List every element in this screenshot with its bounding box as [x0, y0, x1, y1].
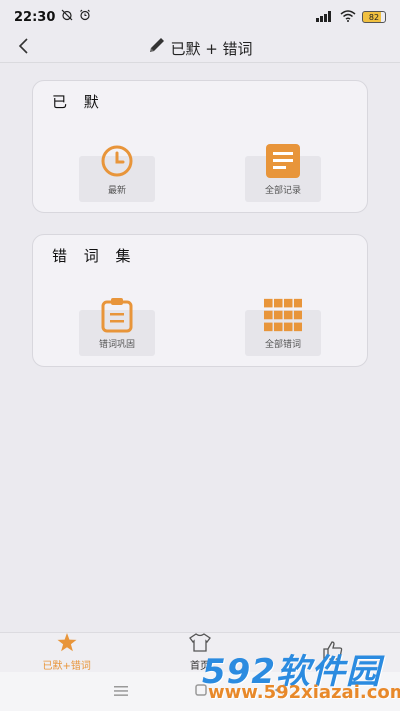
nav-item-learned-wrong[interactable]: 已默+错词	[0, 633, 133, 672]
status-right: 82	[316, 9, 386, 25]
section-title: 已 默	[52, 93, 105, 111]
section-card-wrong-words: 错 词 集 错词巩固 全部错词	[32, 234, 368, 367]
nav-label: 已默+错词	[42, 661, 91, 672]
menu-icon[interactable]	[113, 684, 128, 700]
title-bar: 已默 + 错词	[0, 34, 400, 62]
tile-label: 最新	[107, 186, 126, 196]
system-nav-bar	[0, 672, 400, 711]
bottom-nav: 已默+错词 首页	[0, 632, 400, 672]
status-left: 22:30	[14, 9, 91, 25]
shirt-icon	[189, 633, 211, 655]
alarm-icon	[79, 9, 91, 25]
nav-item-likes[interactable]	[267, 633, 400, 672]
section-title: 错 词 集	[52, 247, 137, 265]
nav-item-home[interactable]: 首页	[133, 633, 266, 672]
wifi-icon	[340, 9, 356, 25]
clock-icon	[98, 142, 136, 180]
pencil-icon	[147, 37, 167, 59]
page-title: 已默 + 错词	[170, 39, 253, 58]
signal-icon	[316, 10, 334, 25]
grid-icon	[264, 296, 302, 334]
nav-label: 首页	[189, 661, 210, 672]
back-triangle-icon[interactable]	[274, 683, 286, 700]
tile-consolidate[interactable]: 错词巩固	[79, 298, 155, 356]
chevron-left-icon	[18, 38, 30, 58]
battery-level: 82	[368, 12, 380, 22]
tile-all-records[interactable]: 全部记录	[245, 144, 321, 202]
document-icon	[264, 142, 302, 180]
status-bar: 22:30 82	[0, 0, 400, 34]
tile-label: 错词巩固	[98, 340, 135, 350]
back-button[interactable]	[10, 34, 38, 62]
tile-label: 全部错词	[264, 340, 301, 350]
tile-latest[interactable]: 最新	[79, 145, 155, 202]
page-title-wrap: 已默 + 错词	[147, 37, 253, 59]
alarm-off-icon	[61, 9, 73, 25]
battery-icon: 82	[362, 11, 386, 23]
section-card-recent: 已 默 最新 全部记录	[32, 80, 368, 213]
header-divider	[0, 62, 400, 63]
clipboard-icon	[98, 296, 136, 334]
home-square-icon[interactable]	[195, 683, 207, 700]
tile-all-wrong-words[interactable]: 全部错词	[245, 298, 321, 356]
tile-label: 全部记录	[264, 186, 301, 196]
thumbs-up-icon	[323, 640, 343, 663]
status-time: 22:30	[14, 9, 56, 25]
star-icon	[57, 633, 77, 655]
